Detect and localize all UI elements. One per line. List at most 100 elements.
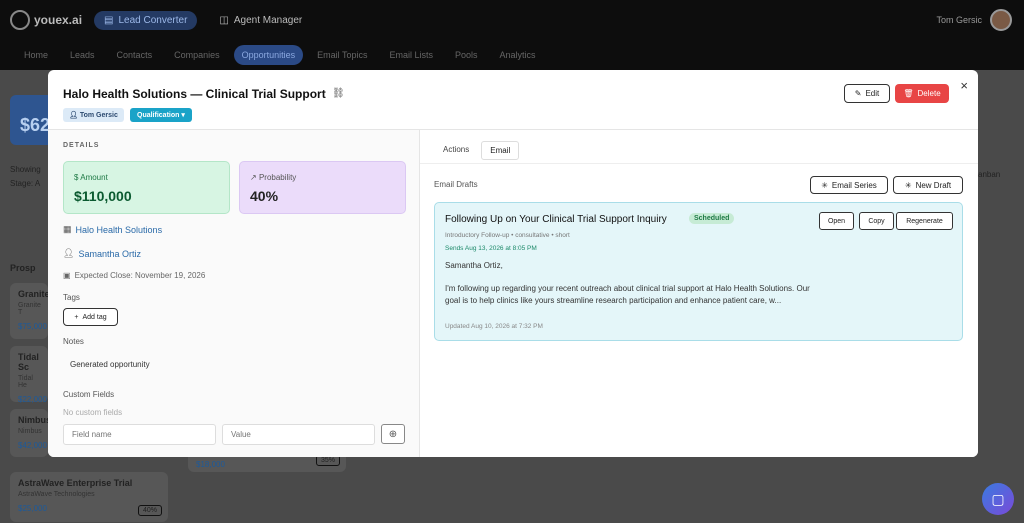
edit-label: Edit (865, 89, 880, 98)
probability-value: 40% (250, 188, 279, 204)
nav-home[interactable]: Home (16, 45, 56, 65)
stage-label: Qualification (137, 112, 180, 119)
modal-title: Halo Health Solutions — Clinical Trial S… (63, 87, 326, 101)
tab-actions[interactable]: Actions (435, 141, 477, 160)
amount-value: $110,000 (74, 188, 132, 204)
probability-label: Probability (258, 173, 297, 182)
card-value: $42,000 (18, 441, 47, 450)
delete-button[interactable]: 🗑︎ Delete (895, 84, 949, 103)
add-field-button[interactable]: ⊕ (381, 424, 405, 444)
nav-contacts[interactable]: Contacts (109, 45, 161, 65)
draft-greeting: Samantha Ortiz, (445, 261, 503, 270)
activity-panel: Actions Email Email Drafts ✳ Email Series… (420, 130, 978, 457)
add-tag-button[interactable]: + Add tag (63, 308, 118, 326)
no-custom-fields: No custom fields (63, 408, 123, 417)
sparkle-icon: ✳ (904, 180, 912, 190)
status-badge: Scheduled (689, 213, 735, 224)
bg-opportunity-card[interactable]: Nimbus Nimbus $42,000 (10, 409, 52, 457)
probability-badge: 40% (137, 505, 162, 516)
email-draft-card: Following Up on Your Clinical Trial Supp… (434, 202, 963, 341)
new-draft-button[interactable]: ✳ New Draft (893, 176, 963, 194)
field-name-input[interactable] (63, 424, 216, 445)
expected-close-text: Expected Close: November 19, 2026 (74, 271, 206, 280)
lead-converter-tab[interactable]: ▤ Lead Converter (94, 10, 198, 30)
user-menu[interactable]: Tom Gersic (936, 9, 1012, 31)
nav-opportunities[interactable]: Opportunities (233, 45, 304, 65)
open-button[interactable]: Open (819, 212, 854, 230)
opportunity-modal: Halo Health Solutions — Clinical Trial S… (48, 70, 978, 457)
main-nav: Home Leads Contacts Companies Opportunit… (0, 40, 1024, 70)
draft-title: Following Up on Your Clinical Trial Supp… (445, 214, 667, 225)
logo-icon (10, 10, 30, 30)
kanban-toggle[interactable]: anban (978, 170, 1000, 179)
close-icon[interactable]: × (960, 78, 968, 93)
company-name: Halo Health Solutions (75, 224, 163, 235)
card-company: AstraWave Technologies (18, 491, 95, 498)
stage-dropdown[interactable]: Qualification ▾ (130, 108, 192, 122)
nav-email-topics[interactable]: Email Topics (309, 45, 375, 65)
add-tag-label: Add tag (82, 313, 107, 321)
field-value-input[interactable] (222, 424, 375, 445)
card-title: Tidal Sc (18, 352, 39, 372)
new-draft-label: New Draft (915, 180, 952, 190)
email-series-button[interactable]: ✳ Email Series (810, 176, 888, 194)
top-bar: youex.ai ▤ Lead Converter ◫ Agent Manage… (0, 0, 1024, 40)
card-company: Granite T (18, 302, 41, 316)
regenerate-button[interactable]: Regenerate (896, 212, 953, 230)
lead-converter-label: Lead Converter (118, 14, 188, 26)
chat-help-button[interactable]: ▢ (982, 483, 1014, 515)
card-title: Granite (18, 289, 50, 299)
contact-link[interactable]: 👤︎ Samantha Ortiz (63, 248, 141, 259)
nav-email-lists[interactable]: Email Lists (382, 45, 442, 65)
user-name: Tom Gersic (936, 15, 982, 25)
card-company: Tidal He (18, 375, 33, 389)
nav-analytics[interactable]: Analytics (492, 45, 544, 65)
panel-tabs: Actions Email (435, 141, 520, 160)
probability-card: ↗ Probability 40% (239, 161, 406, 214)
nav-leads[interactable]: Leads (62, 45, 103, 65)
bg-opportunity-card[interactable]: AstraWave Enterprise Trial AstraWave Tec… (10, 472, 168, 522)
bot-icon: ◫ (219, 14, 229, 26)
copy-button[interactable]: Copy (859, 212, 894, 230)
contact-name: Samantha Ortiz (78, 248, 141, 259)
total-value: $62 (20, 115, 51, 135)
nav-companies[interactable]: Companies (166, 45, 228, 65)
tags-label: Tags (63, 293, 80, 302)
link-icon[interactable]: ⛓ (332, 88, 345, 99)
chat-icon: ▢ (991, 490, 1005, 507)
card-value: $22,000 (18, 395, 47, 404)
user-icon: 👤︎ (63, 248, 75, 258)
agent-manager-tab[interactable]: ◫ Agent Manager (209, 11, 312, 30)
custom-fields-label: Custom Fields (63, 390, 115, 399)
chevron-down-icon: ▾ (181, 112, 185, 119)
modal-header: Halo Health Solutions — Clinical Trial S… (48, 70, 978, 130)
card-value: $75,000 (18, 322, 47, 331)
avatar (990, 9, 1012, 31)
notes-value[interactable]: Generated opportunity (70, 360, 150, 369)
app-logo[interactable]: youex.ai (10, 10, 82, 30)
plus-circle-icon: ⊕ (388, 428, 398, 440)
card-company: Nimbus (18, 428, 42, 435)
details-panel: DETAILS $ Amount $110,000 ↗ Probability … (48, 130, 420, 457)
nav-pools[interactable]: Pools (447, 45, 486, 65)
building-icon: ▦ (63, 224, 72, 234)
amount-card: $ Amount $110,000 (63, 161, 230, 214)
email-drafts-label: Email Drafts (434, 180, 478, 189)
notes-label: Notes (63, 337, 84, 346)
expected-close: ▣ Expected Close: November 19, 2026 (63, 271, 205, 280)
card-title: AstraWave Enterprise Trial (18, 478, 133, 488)
calendar-icon: ▣ (63, 271, 71, 280)
delete-label: Delete (917, 89, 941, 98)
draft-body: I'm following up regarding your recent o… (445, 284, 810, 305)
email-series-label: Email Series (831, 180, 877, 190)
tab-divider (420, 163, 978, 164)
trash-icon: 🗑︎ (903, 89, 914, 98)
bg-opportunity-card[interactable]: Granite Granite T $75,000 (10, 283, 50, 339)
card-title: Nimbus (18, 415, 52, 425)
company-link[interactable]: ▦ Halo Health Solutions (63, 224, 162, 235)
edit-button[interactable]: ✎ Edit (844, 84, 890, 103)
tab-email[interactable]: Email (481, 141, 520, 160)
draft-send-time: Sends Aug 13, 2026 at 8:05 PM (445, 245, 537, 252)
stage-filter-label: Stage: A (10, 179, 41, 188)
bg-opportunity-card[interactable]: Tidal Sc Tidal He $22,000 (10, 346, 48, 404)
